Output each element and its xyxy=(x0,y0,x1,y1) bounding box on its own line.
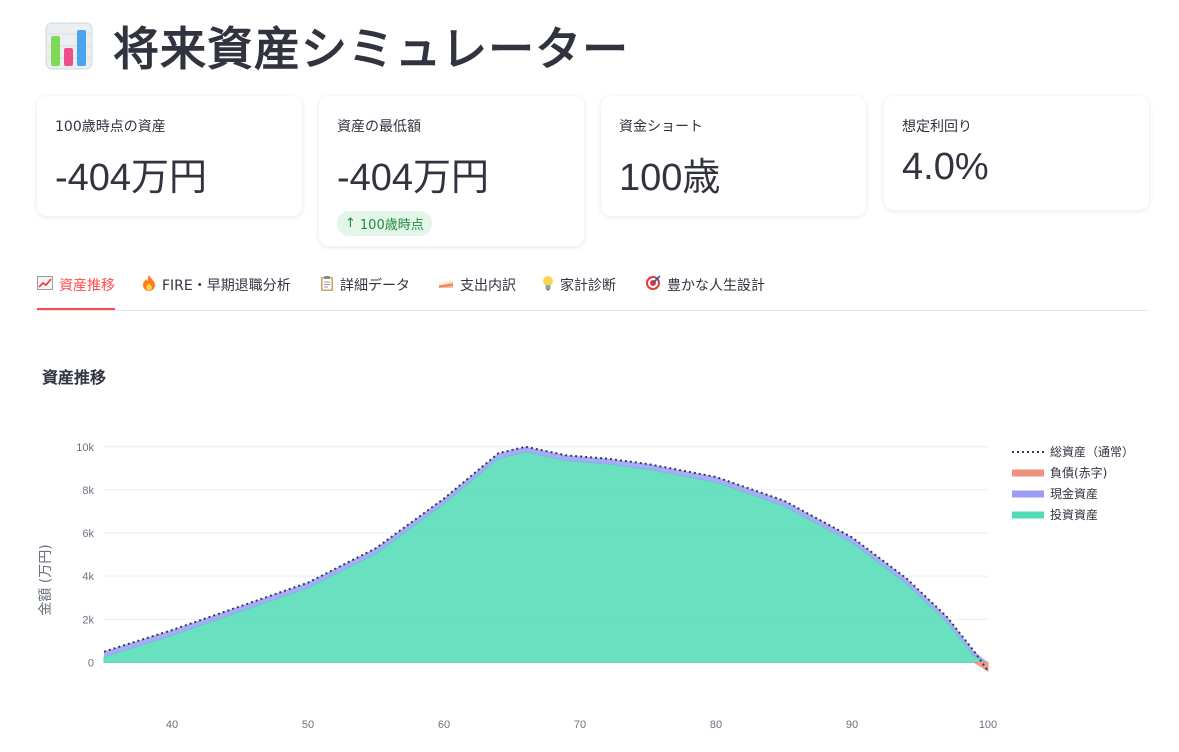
tab-label: 支出内訳 xyxy=(460,278,516,294)
metric-label: 想定利回り xyxy=(902,119,972,135)
x-tick-label: 90 xyxy=(846,719,858,731)
metric-delta-badge: ↑ 100歳時点 xyxy=(337,211,432,236)
tab-asset-trend[interactable]: 資産推移 xyxy=(37,262,115,310)
x-tick-label: 60 xyxy=(438,719,450,731)
x-tick-label: 40 xyxy=(166,719,178,731)
tab-label: 詳細データ xyxy=(340,278,410,294)
y-tick-label: 0 xyxy=(88,657,94,669)
tab-bar: 資産推移 FIRE・早期退職分析 詳細データ 支出内訳 家計診断 豊かな人生設計 xyxy=(37,262,1149,311)
lightbulb-icon xyxy=(542,275,554,295)
y-axis-title: 金額 (万円) xyxy=(38,544,54,615)
legend-swatch xyxy=(1012,511,1044,519)
y-tick-label: 4k xyxy=(82,571,94,583)
legend-swatch xyxy=(1012,490,1044,498)
legend-label[interactable]: 現金資産 xyxy=(1050,486,1098,501)
legend-swatch xyxy=(1012,469,1044,477)
metric-label: 資金ショート xyxy=(619,119,703,135)
y-tick-label: 6k xyxy=(82,528,94,540)
metric-delta-text: 100歳時点 xyxy=(359,218,424,233)
tab-label: 豊かな人生設計 xyxy=(667,278,765,294)
metric-card-expected-return: 想定利回り 4.0% xyxy=(884,96,1149,210)
legend-label[interactable]: 総資産（通常） xyxy=(1050,444,1134,459)
bar-chart-icon xyxy=(45,22,93,70)
fire-icon xyxy=(142,275,156,295)
page-title: 将来資産シミュレーター xyxy=(113,22,630,76)
section-title: 資産推移 xyxy=(42,368,107,387)
metric-card-asset-at-100: 100歳時点の資産 -404万円 xyxy=(37,96,302,216)
metric-label: 100歳時点の資産 xyxy=(55,119,166,135)
y-tick-label: 8k xyxy=(82,485,94,497)
x-tick-label: 100 xyxy=(979,719,997,731)
clipboard-icon xyxy=(320,275,334,295)
metric-value: 100歳 xyxy=(619,157,721,199)
legend-label[interactable]: 投資資産 xyxy=(1050,507,1098,522)
series-area-invest xyxy=(103,451,989,663)
metric-label: 資産の最低額 xyxy=(337,119,421,135)
y-tick-label: 10k xyxy=(76,442,94,454)
tab-label: FIRE・早期退職分析 xyxy=(162,278,291,294)
tab-fire-analysis[interactable]: FIRE・早期退職分析 xyxy=(142,262,291,308)
metric-value: -404万円 xyxy=(55,157,208,199)
tab-life-design[interactable]: 豊かな人生設計 xyxy=(645,262,765,308)
page-header: 将来資産シミュレーター xyxy=(45,14,629,78)
x-tick-label: 70 xyxy=(574,719,586,731)
tab-detail-data[interactable]: 詳細データ xyxy=(320,262,410,308)
tab-household-diagnosis[interactable]: 家計診断 xyxy=(542,262,616,308)
tab-expense-breakdown[interactable]: 支出内訳 xyxy=(438,262,516,308)
metric-card-min-asset: 資産の最低額 -404万円 ↑ 100歳時点 xyxy=(319,96,584,246)
x-tick-label: 50 xyxy=(302,719,314,731)
chart-increasing-icon xyxy=(37,276,53,294)
metric-value: -404万円 xyxy=(337,157,490,199)
asset-trend-chart[interactable]: 02k4k6k8k10k405060708090100年齢金額 (万円)総資産（… xyxy=(0,400,1179,745)
tab-label: 資産推移 xyxy=(59,278,115,294)
x-tick-label: 80 xyxy=(710,719,722,731)
y-tick-label: 2k xyxy=(82,614,94,626)
arrow-up-icon: ↑ xyxy=(345,216,356,231)
target-icon xyxy=(645,275,661,295)
tab-label: 家計診断 xyxy=(560,278,616,294)
legend-label[interactable]: 負債(赤字) xyxy=(1050,465,1107,480)
metric-value: 4.0% xyxy=(902,146,989,188)
cake-icon xyxy=(438,276,454,294)
metric-card-fund-shortage: 資金ショート 100歳 xyxy=(601,96,866,216)
